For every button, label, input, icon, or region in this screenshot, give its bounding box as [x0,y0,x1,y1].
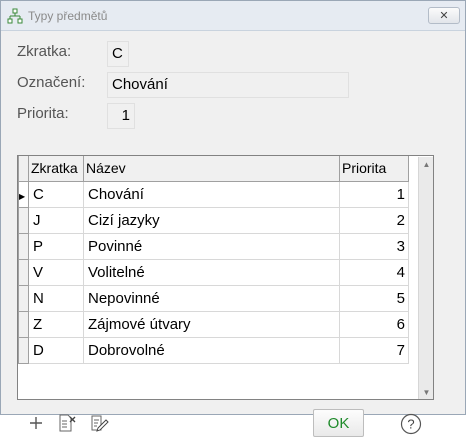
dialog-window: Typy předmětů ✕ Zkratka: C Označení: Cho… [0,0,466,437]
subject-types-grid[interactable]: Zkratka Název Priorita ▶ C Chování 1 J C… [17,155,434,400]
column-header-priorita[interactable]: Priorita [339,156,409,182]
edit-record-button[interactable] [88,412,110,434]
table-row[interactable]: N Nepovinné 5 [18,284,409,312]
ok-button[interactable]: OK [313,409,364,437]
row-indicator [18,310,29,338]
scroll-up-arrow-icon[interactable]: ▲ [419,157,433,171]
table-row[interactable]: D Dobrovolné 7 [18,336,409,364]
row-indicator [18,284,29,312]
plus-icon [30,417,42,429]
delete-record-button[interactable] [56,412,78,434]
column-header-nazev[interactable]: Název [83,156,340,182]
cell-nazev[interactable]: Povinné [83,232,340,260]
cell-nazev[interactable]: Volitelné [83,258,340,286]
row-indicator [18,258,29,286]
table-row[interactable]: P Povinné 3 [18,232,409,260]
close-button[interactable]: ✕ [428,7,460,24]
row-indicator: ▶ [18,180,29,208]
row-indicator [18,336,29,364]
cell-zkratka[interactable]: V [28,258,84,286]
close-icon: ✕ [439,10,449,22]
cell-nazev[interactable]: Cizí jazyky [83,206,340,234]
add-record-button[interactable] [25,412,47,434]
column-header-zkratka[interactable]: Zkratka [28,156,84,182]
zkratka-field[interactable]: C [107,41,129,67]
cell-priorita[interactable]: 2 [339,206,409,234]
table-row[interactable]: Z Zájmové útvary 6 [18,310,409,338]
grid-table: Zkratka Název Priorita ▶ C Chování 1 J C… [18,156,409,364]
cell-priorita[interactable]: 1 [339,180,409,208]
edit-record-icon [91,415,109,432]
priorita-field[interactable]: 1 [107,103,135,129]
oznaceni-label: Označení: [17,74,86,91]
oznaceni-field[interactable]: Chování [107,72,349,98]
cell-priorita[interactable]: 3 [339,232,409,260]
title-bar[interactable]: Typy předmětů ✕ [1,1,465,31]
priorita-label: Priorita: [17,105,69,122]
cell-zkratka[interactable]: N [28,284,84,312]
cell-priorita[interactable]: 5 [339,284,409,312]
hierarchy-icon [7,8,23,24]
zkratka-label: Zkratka: [17,43,72,60]
grid-header-row: Zkratka Název Priorita [18,156,409,182]
help-label: ? [407,417,414,432]
cell-zkratka[interactable]: D [28,336,84,364]
cell-zkratka[interactable]: P [28,232,84,260]
cell-nazev[interactable]: Zájmové útvary [83,310,340,338]
vertical-scrollbar[interactable]: ▲ ▼ [418,157,433,399]
window-title: Typy předmětů [28,9,108,23]
table-row[interactable]: ▶ C Chování 1 [18,180,409,208]
cell-zkratka[interactable]: Z [28,310,84,338]
scroll-down-arrow-icon[interactable]: ▼ [419,385,433,399]
cell-nazev[interactable]: Nepovinné [83,284,340,312]
table-row[interactable]: V Volitelné 4 [18,258,409,286]
help-icon: ? [400,413,422,435]
cell-zkratka[interactable]: J [28,206,84,234]
cell-nazev[interactable]: Chování [83,180,340,208]
row-indicator [18,232,29,260]
table-row[interactable]: J Cizí jazyky 2 [18,206,409,234]
row-indicator [18,206,29,234]
row-indicator-header [18,156,29,182]
cell-priorita[interactable]: 6 [339,310,409,338]
current-row-arrow-icon: ▶ [19,191,26,201]
cell-priorita[interactable]: 4 [339,258,409,286]
dialog-body: Zkratka: C Označení: Chování Priorita: 1… [1,31,465,437]
delete-record-icon [59,414,76,432]
cell-zkratka[interactable]: C [28,180,84,208]
cell-priorita[interactable]: 7 [339,336,409,364]
cell-nazev[interactable]: Dobrovolné [83,336,340,364]
help-button[interactable]: ? [399,412,423,436]
